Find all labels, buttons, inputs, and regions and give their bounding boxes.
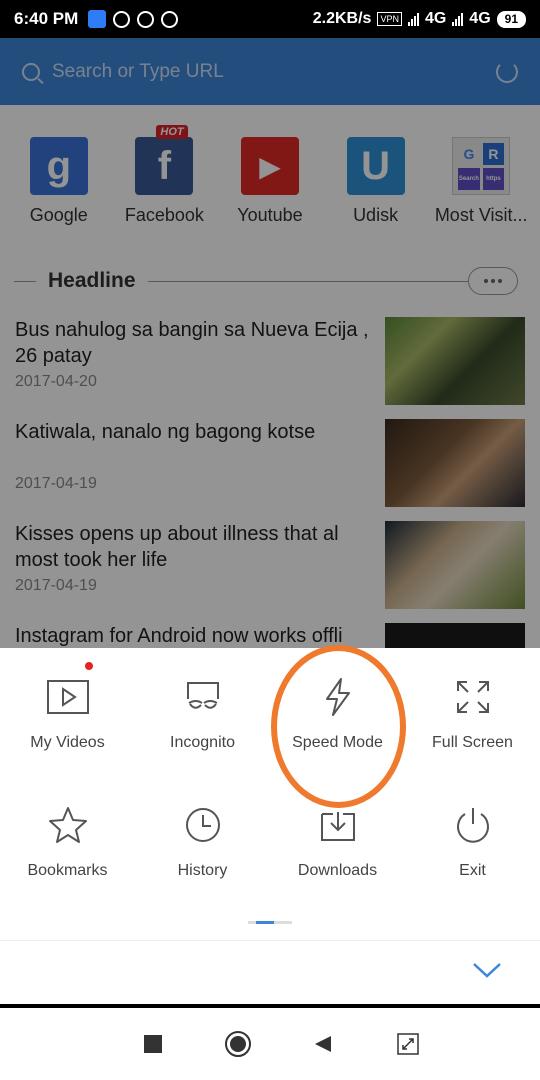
notification-icons: [88, 10, 179, 28]
navigation-bar: [0, 1004, 540, 1080]
menu-sheet: My Videos Incognito Speed Mode Full Scre…: [0, 648, 540, 1004]
status-bar: 6:40 PM 2.2KB/s VPN 4G 4G 91: [0, 0, 540, 38]
battery-icon: 91: [496, 10, 526, 28]
lightning-icon: [315, 674, 361, 720]
network-speed: 2.2KB/s: [312, 10, 372, 27]
my-videos-button[interactable]: My Videos: [0, 662, 135, 802]
download-icon: [315, 802, 361, 848]
full-screen-button[interactable]: Full Screen: [405, 674, 540, 802]
page-indicator: [248, 921, 292, 924]
menu-label: Speed Mode: [292, 734, 383, 751]
screenshot-icon[interactable]: [393, 1029, 423, 1059]
network-type: 4G: [424, 10, 447, 27]
chevron-down-icon[interactable]: [472, 960, 502, 980]
vpn-icon: VPN: [377, 12, 402, 26]
signal-icon: [452, 12, 464, 26]
power-icon: [450, 802, 496, 848]
back-button[interactable]: [308, 1029, 338, 1059]
notification-icon: [161, 10, 179, 28]
star-icon: [45, 802, 91, 848]
menu-label: Downloads: [297, 862, 378, 879]
fullscreen-icon: [450, 674, 496, 720]
network-type: 4G: [469, 10, 491, 27]
notification-icon: [137, 10, 155, 28]
menu-label: Incognito: [170, 734, 235, 751]
incognito-button[interactable]: Incognito: [135, 674, 270, 802]
exit-button[interactable]: Exit: [405, 802, 540, 930]
incognito-icon: [180, 674, 226, 720]
menu-label: Full Screen: [432, 734, 513, 751]
notification-icon: [113, 10, 131, 28]
bookmarks-button[interactable]: Bookmarks: [0, 802, 135, 930]
status-time: 6:40 PM: [14, 9, 79, 28]
downloads-button[interactable]: Downloads: [270, 802, 405, 930]
recents-button[interactable]: [138, 1029, 168, 1059]
dim-overlay[interactable]: [0, 38, 540, 648]
video-icon: [45, 674, 91, 720]
app-notification-icon: [88, 10, 107, 28]
new-indicator: [85, 662, 93, 670]
speed-mode-button[interactable]: Speed Mode: [270, 674, 405, 802]
menu-label: History: [177, 862, 228, 879]
home-button[interactable]: [223, 1029, 253, 1059]
clock-icon: [180, 802, 226, 848]
menu-label: Bookmarks: [27, 862, 108, 879]
history-button[interactable]: History: [135, 802, 270, 930]
signal-icon: [407, 12, 419, 26]
menu-label: My Videos: [30, 734, 105, 751]
menu-label: Exit: [459, 862, 486, 879]
